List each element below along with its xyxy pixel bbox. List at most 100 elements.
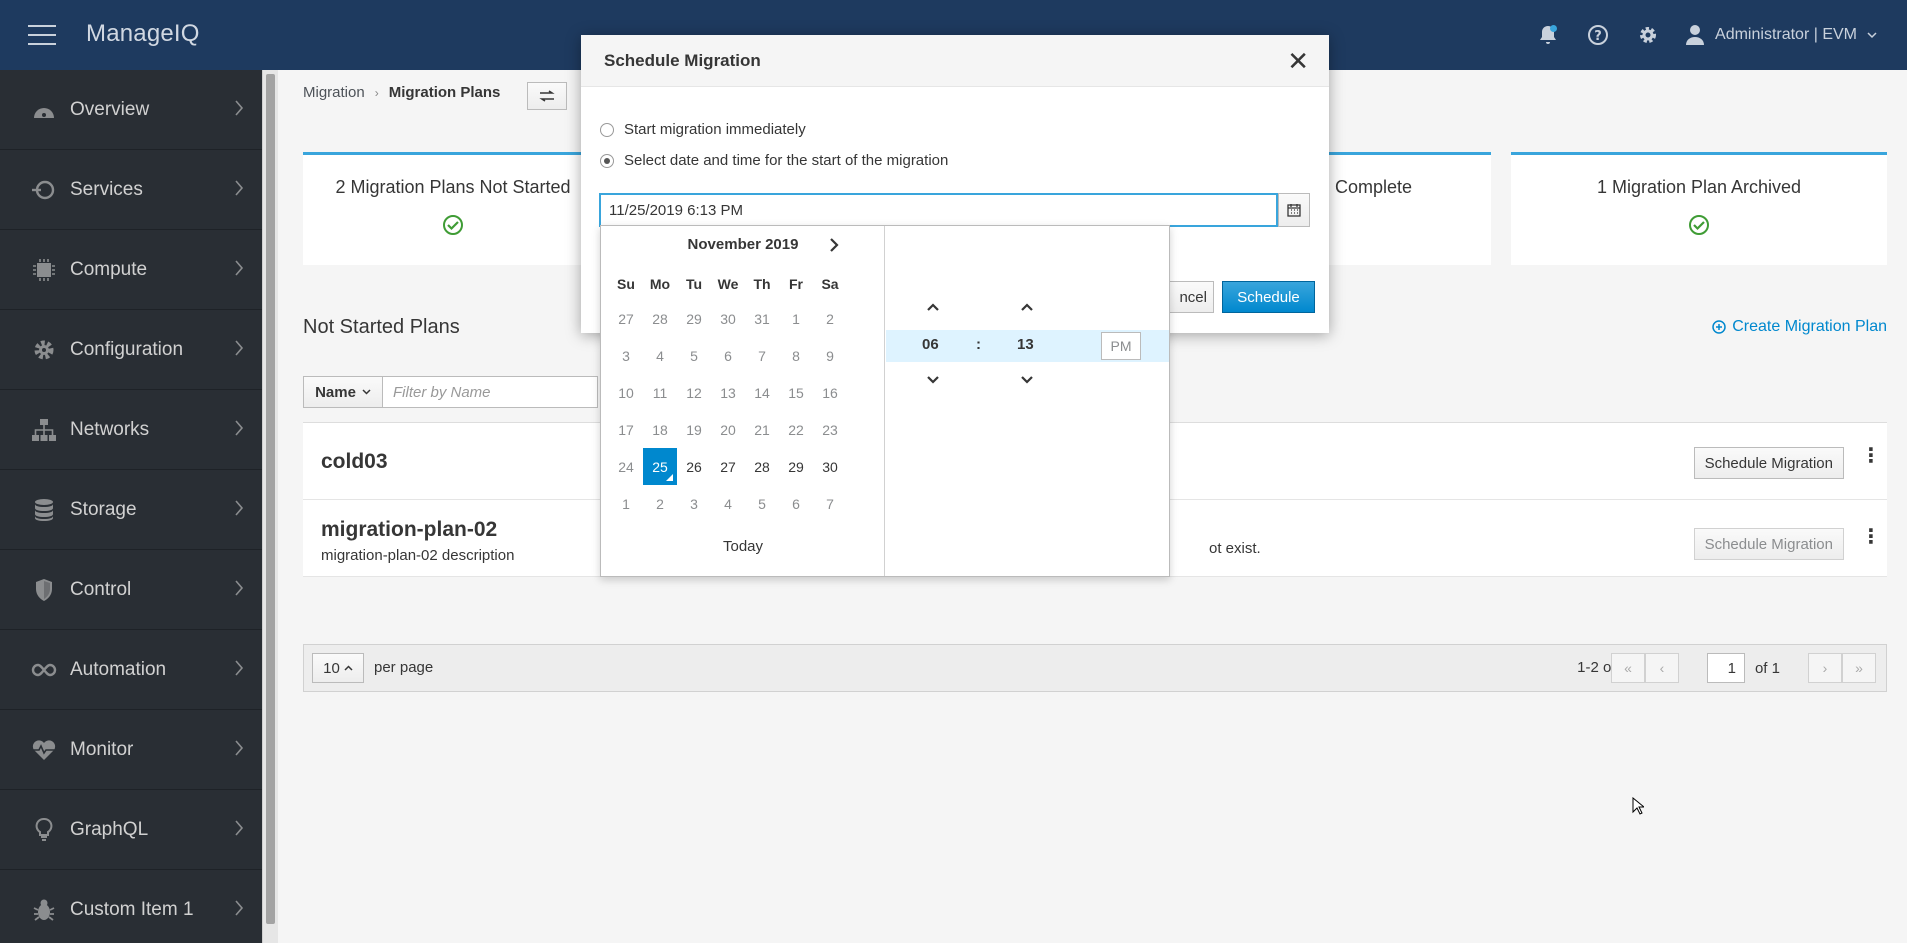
hour-decrement-icon[interactable] <box>926 372 940 390</box>
calendar-grid: Su Mo Tu We Th Fr Sa 27 28 29 30 31 1 2 3 4 5 6 7 8 9 10 11 12… <box>609 268 847 522</box>
close-icon[interactable]: ✕ <box>1287 48 1309 74</box>
calendar-day[interactable]: 26 <box>677 448 711 485</box>
breadcrumb-current: Migration Plans <box>388 84 501 101</box>
calendar-day: 7 <box>826 495 834 512</box>
modal-title: Schedule Migration <box>604 51 761 70</box>
sidebar-item-services[interactable]: Services <box>0 150 262 230</box>
check-circle-icon <box>443 215 463 235</box>
chevron-right-icon <box>234 339 244 363</box>
calendar-day[interactable]: 28 <box>745 448 779 485</box>
page-total: of 1 <box>1754 659 1780 677</box>
calendar-day: 23 <box>822 421 838 438</box>
check-circle-icon <box>1689 215 1709 235</box>
calendar-day: 6 <box>724 347 732 364</box>
modal-header: Schedule Migration ✕ <box>581 35 1329 87</box>
calendar-day[interactable]: 27 <box>711 448 745 485</box>
calendar-day: 4 <box>724 495 732 512</box>
prev-page-icon[interactable]: ‹ <box>1644 653 1679 683</box>
bell-icon[interactable] <box>1535 22 1561 48</box>
heartbeat-icon <box>30 736 58 764</box>
create-migration-plan-link[interactable]: Create Migration Plan <box>1712 318 1887 336</box>
calendar-day: 15 <box>788 384 804 401</box>
user-icon <box>1686 25 1705 45</box>
weekday-header: Th <box>753 276 771 292</box>
calendar-day[interactable]: 30 <box>813 448 847 485</box>
hour-value[interactable]: 06 <box>922 336 939 353</box>
kebab-menu-icon[interactable]: ⋮ <box>1861 527 1881 547</box>
schedule-migration-button[interactable]: Schedule Migration <box>1693 528 1844 560</box>
sidebar-item-configuration[interactable]: Configuration <box>0 310 262 390</box>
calendar-day: 8 <box>792 347 800 364</box>
hour-increment-icon[interactable] <box>926 299 940 317</box>
sidebar-item-overview[interactable]: Overview <box>0 70 262 150</box>
today-button[interactable]: Today <box>601 538 885 555</box>
help-icon[interactable]: ? <box>1585 22 1611 48</box>
radio-start-immediately[interactable]: Start migration immediately <box>600 121 806 138</box>
chevron-right-icon <box>234 579 244 603</box>
per-page-select[interactable]: 10 <box>312 653 364 683</box>
brand-logo[interactable]: ManageIQ <box>86 20 200 48</box>
radio-button[interactable] <box>600 153 614 168</box>
schedule-migration-button[interactable]: Schedule Migration <box>1693 447 1844 479</box>
gear-icon[interactable] <box>1635 22 1661 48</box>
user-menu[interactable]: Administrator | EVM <box>1685 24 1877 46</box>
calendar-day: 19 <box>686 421 702 438</box>
sidebar-item-custom-item-1[interactable]: Custom Item 1 <box>0 870 262 943</box>
calendar-button[interactable] <box>1278 193 1310 227</box>
sidebar-item-control[interactable]: Control <box>0 550 262 630</box>
datetime-picker: November 2019 Su Mo Tu We Th Fr Sa 27 28 29 30 31 1… <box>600 225 1170 577</box>
page-number-input[interactable]: 1 <box>1706 653 1745 683</box>
calendar-day: 7 <box>758 347 766 364</box>
calendar-month-label[interactable]: November 2019 <box>601 236 885 260</box>
radio-button[interactable] <box>600 122 614 137</box>
card-not-started[interactable]: 2 Migration Plans Not Started <box>303 152 603 265</box>
card-archived[interactable]: 1 Migration Plan Archived <box>1511 152 1887 265</box>
sidebar-item-automation[interactable]: Automation <box>0 630 262 710</box>
minute-decrement-icon[interactable] <box>1020 372 1034 390</box>
card-complete[interactable]: Complete <box>1303 152 1491 265</box>
filter-input[interactable]: Filter by Name <box>383 376 598 408</box>
meridiem-toggle[interactable]: PM <box>1101 332 1141 360</box>
sidebar-item-graphql[interactable]: GraphQL <box>0 790 262 870</box>
datetime-input[interactable]: 11/25/2019 6:13 PM <box>599 193 1278 227</box>
filter-field-select[interactable]: Name <box>303 376 383 408</box>
calendar-day: 22 <box>788 421 804 438</box>
calendar-day: 29 <box>686 310 702 327</box>
minute-value[interactable]: 13 <box>1017 336 1034 353</box>
radio-label: Select date and time for the start of th… <box>624 152 949 169</box>
breadcrumb-migration[interactable]: Migration <box>303 84 365 101</box>
chevron-right-icon <box>234 739 244 763</box>
toggle-view-button[interactable] <box>527 82 567 110</box>
breadcrumb: Migration › Migration Plans <box>303 84 500 101</box>
chevron-up-icon <box>344 665 353 671</box>
calendar-day: 9 <box>826 347 834 364</box>
calendar-day: 10 <box>618 384 634 401</box>
calendar-icon <box>1287 204 1301 217</box>
mouse-cursor-icon <box>1632 797 1644 815</box>
sidebar-item-monitor[interactable]: Monitor <box>0 710 262 790</box>
last-page-icon[interactable]: » <box>1842 653 1876 683</box>
sidebar-item-compute[interactable]: Compute <box>0 230 262 310</box>
plan-name[interactable]: cold03 <box>321 450 388 474</box>
sidebar-item-storage[interactable]: Storage <box>0 470 262 550</box>
hamburger-menu-icon[interactable] <box>28 25 56 45</box>
sidebar-scrollbar[interactable] <box>262 70 278 943</box>
weekday-header: Mo <box>649 276 671 292</box>
first-page-icon[interactable]: « <box>1610 653 1645 683</box>
calendar-day[interactable]: 29 <box>779 448 813 485</box>
scrollbar-thumb[interactable] <box>266 74 275 924</box>
calendar-day: 2 <box>656 495 664 512</box>
calendar-day[interactable]: 25 <box>643 448 677 485</box>
chevron-right-icon[interactable] <box>829 236 839 257</box>
plan-name[interactable]: migration-plan-02 <box>321 518 497 542</box>
kebab-menu-icon[interactable]: ⋮ <box>1861 446 1881 466</box>
dashboard-icon <box>30 96 58 124</box>
schedule-button[interactable]: Schedule <box>1222 281 1315 313</box>
radio-select-datetime[interactable]: Select date and time for the start of th… <box>600 152 948 169</box>
weekday-header: Fr <box>789 276 803 292</box>
minute-increment-icon[interactable] <box>1020 299 1034 317</box>
weekday-header: Sa <box>821 276 839 292</box>
next-page-icon[interactable]: › <box>1808 653 1842 683</box>
calendar-day: 5 <box>690 347 698 364</box>
sidebar-item-networks[interactable]: Networks <box>0 390 262 470</box>
